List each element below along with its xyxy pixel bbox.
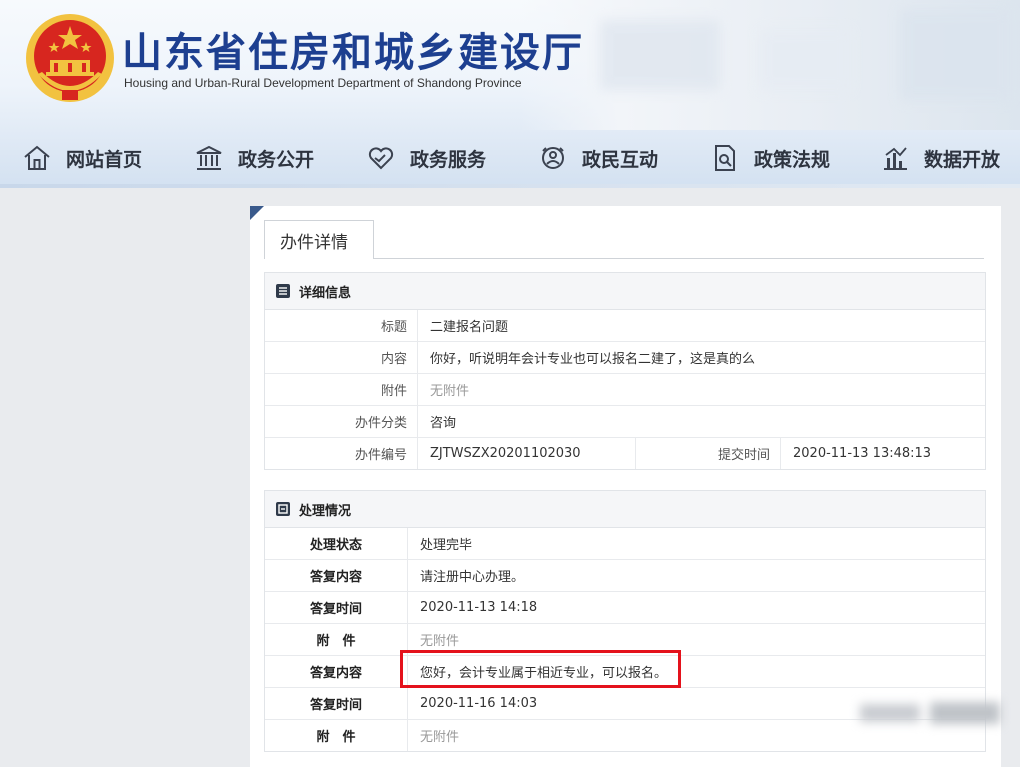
row-value: ZJTWSZX20201102030 bbox=[430, 446, 581, 461]
table-row: 标题 二建报名问题 bbox=[265, 310, 985, 342]
row-value: 二建报名问题 bbox=[417, 310, 985, 342]
nav-item-interaction[interactable]: 政民互动 bbox=[538, 138, 658, 178]
blurred-decoration bbox=[900, 10, 1010, 100]
row-value: 请注册中心办理。 bbox=[407, 559, 985, 592]
row-label: 办件编号 bbox=[265, 437, 418, 469]
blurred-decoration bbox=[600, 20, 720, 90]
tab-case-details-label: 办件详情 bbox=[280, 233, 348, 253]
table-row: 答复时间 2020-11-13 14:18 bbox=[265, 591, 985, 624]
row-value: 咨询 bbox=[417, 405, 985, 438]
row-value: 2020-11-13 14:18 bbox=[407, 591, 985, 624]
nav-label: 数据开放 bbox=[924, 148, 1001, 171]
row-label: 答复时间 bbox=[265, 687, 408, 720]
table-row: 办件编号 ZJTWSZX20201102030 提交时间 2020-11-13 … bbox=[265, 437, 985, 469]
reply-box-icon bbox=[276, 502, 290, 516]
nav-label: 网站首页 bbox=[66, 148, 143, 171]
row-value: 处理完毕 bbox=[407, 528, 985, 560]
nav-label: 政策法规 bbox=[754, 148, 831, 171]
row-label: 附件 bbox=[265, 373, 418, 406]
handshake-heart-icon bbox=[368, 147, 394, 170]
nav-item-government-services[interactable]: 政务服务 bbox=[366, 138, 486, 178]
table-row: 答复内容 请注册中心办理。 bbox=[265, 559, 985, 592]
row-label: 附 件 bbox=[265, 623, 408, 656]
section-header: 详细信息 bbox=[265, 273, 985, 310]
government-building-icon bbox=[196, 145, 222, 170]
section-header: 处理情况 bbox=[265, 491, 985, 528]
table-row: 附件 无附件 bbox=[265, 373, 985, 406]
row-label: 提交时间 bbox=[635, 437, 781, 469]
header-divider bbox=[0, 184, 1020, 188]
row-value: 2020-11-13 13:48:13 bbox=[793, 446, 932, 461]
bar-chart-icon bbox=[884, 147, 907, 170]
nav-item-government-affairs[interactable]: 政务公开 bbox=[194, 138, 314, 178]
section-title: 详细信息 bbox=[299, 285, 352, 301]
section-title: 处理情况 bbox=[299, 503, 352, 519]
nav-item-home[interactable]: 网站首页 bbox=[22, 138, 142, 178]
table-row: 办件分类 咨询 bbox=[265, 405, 985, 438]
detail-table: 标题 二建报名问题 内容 你好，听说明年会计专业也可以报名二建了，这是真的么 附… bbox=[265, 310, 985, 469]
corner-marker bbox=[250, 206, 264, 220]
nav-label: 政务公开 bbox=[238, 148, 315, 171]
list-document-icon bbox=[276, 284, 290, 298]
main-nav: 网站首页 政务公开 政务服务 政民互动 政策法规 数据开放 bbox=[0, 128, 1020, 184]
red-highlight-box bbox=[400, 650, 681, 688]
nav-label: 政民互动 bbox=[582, 148, 659, 171]
row-label: 处理状态 bbox=[265, 528, 408, 560]
table-row: 处理状态 处理完毕 bbox=[265, 528, 985, 560]
row-label: 标题 bbox=[265, 310, 418, 342]
row-label: 答复时间 bbox=[265, 591, 408, 624]
blurred-watermark bbox=[860, 696, 1010, 732]
detail-info-section: 详细信息 标题 二建报名问题 内容 你好，听说明年会计专业也可以报名二建了，这是… bbox=[264, 272, 986, 470]
row-label: 答复内容 bbox=[265, 655, 408, 688]
national-emblem-logo[interactable] bbox=[24, 12, 116, 104]
row-value: 无附件 bbox=[417, 373, 985, 406]
row-label: 附 件 bbox=[265, 719, 408, 751]
row-label: 答复内容 bbox=[265, 559, 408, 592]
row-label: 内容 bbox=[265, 341, 418, 374]
nav-item-policies[interactable]: 政策法规 bbox=[710, 138, 830, 178]
home-icon bbox=[24, 145, 50, 170]
document-search-icon bbox=[715, 145, 735, 171]
row-label: 办件分类 bbox=[265, 405, 418, 438]
site-header: 山东省住房和城乡建设厅 Housing and Urban-Rural Deve… bbox=[0, 0, 1020, 188]
site-title: 山东省住房和城乡建设厅 bbox=[122, 30, 584, 76]
blurred-decoration bbox=[760, 30, 850, 90]
interaction-icon bbox=[542, 147, 564, 169]
row-value: 你好，听说明年会计专业也可以报名二建了，这是真的么 bbox=[417, 341, 985, 374]
table-row: 内容 你好，听说明年会计专业也可以报名二建了，这是真的么 bbox=[265, 341, 985, 374]
site-subtitle: Housing and Urban-Rural Development Depa… bbox=[124, 76, 522, 90]
nav-item-open-data[interactable]: 数据开放 bbox=[880, 138, 1000, 178]
nav-label: 政务服务 bbox=[410, 148, 487, 171]
